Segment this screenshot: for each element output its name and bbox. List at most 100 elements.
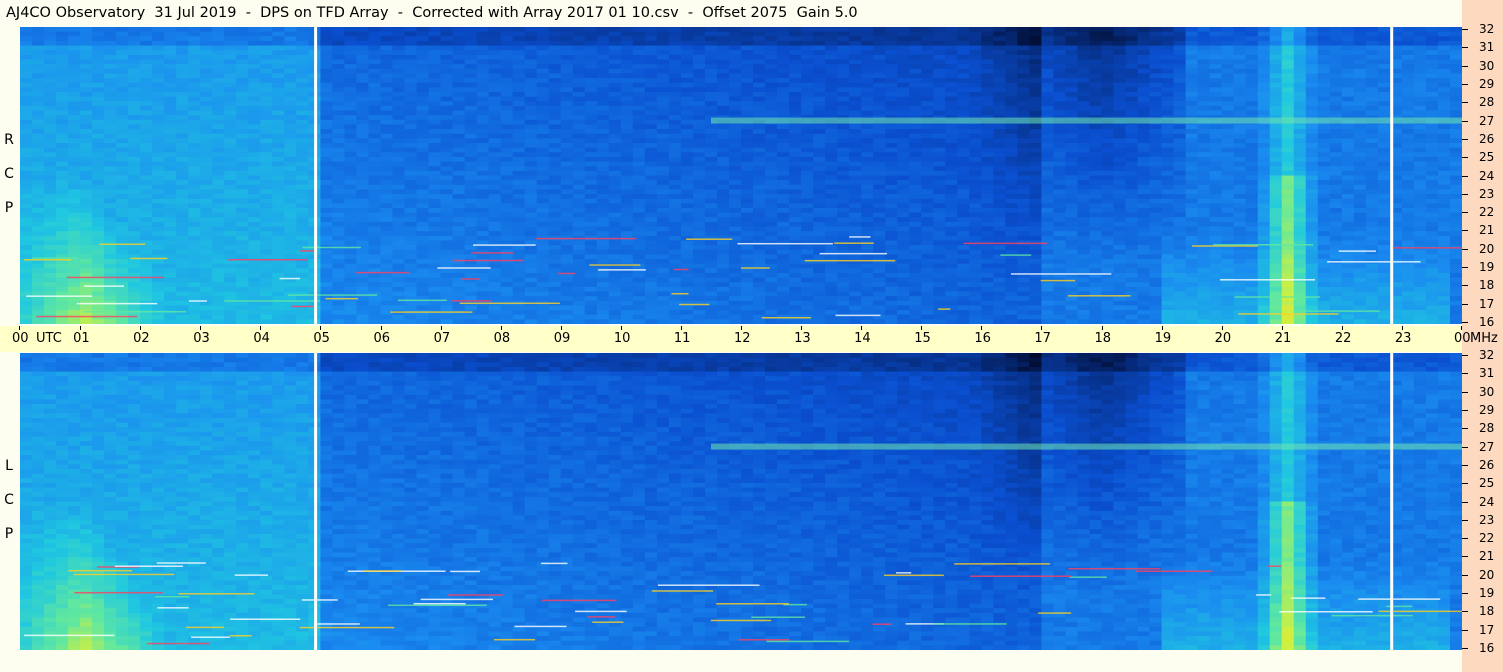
heatmap-cell — [584, 143, 598, 149]
heatmap-cell — [80, 105, 93, 112]
heatmap-cell — [741, 96, 754, 102]
heatmap-cell — [813, 175, 826, 181]
heatmap-cell — [777, 59, 790, 65]
heatmap-cell — [380, 91, 394, 98]
heatmap-cell — [897, 143, 910, 149]
heatmap-cell — [164, 319, 177, 324]
heatmap-cell — [116, 203, 129, 209]
heatmap-cell — [272, 263, 285, 269]
heatmap-cell — [224, 96, 237, 102]
heatmap-cell — [368, 138, 382, 144]
heatmap-cell — [572, 166, 586, 172]
heatmap-cell — [380, 156, 394, 163]
heatmap-cell — [320, 207, 334, 214]
heatmap-cell — [897, 212, 910, 218]
heatmap-cell — [248, 166, 261, 172]
heatmap-cell — [32, 194, 45, 200]
heatmap-cell — [236, 305, 249, 311]
heatmap-cell — [596, 138, 610, 144]
heatmap-cell — [32, 277, 45, 283]
heatmap-cell — [488, 207, 502, 214]
heatmap-cell — [116, 249, 129, 255]
heatmap-cell — [68, 282, 81, 288]
heatmap-cell — [68, 175, 81, 181]
heatmap-cell — [392, 82, 406, 88]
heatmap-cell — [320, 147, 334, 153]
heatmap-cell — [680, 36, 694, 42]
heatmap-cell — [632, 259, 646, 265]
heatmap-cell — [668, 152, 682, 158]
heatmap-cell — [140, 68, 153, 75]
heatmap-cell — [140, 82, 153, 88]
heatmap-cell — [656, 207, 670, 214]
heatmap-cell — [921, 91, 934, 98]
heatmap-cell — [933, 263, 946, 269]
heatmap-cell — [536, 249, 550, 255]
heatmap-cell — [320, 133, 334, 139]
heatmap-cell — [44, 45, 57, 51]
heatmap-cell — [656, 259, 670, 265]
heatmap-cell — [704, 133, 718, 139]
heatmap-cell — [464, 68, 478, 75]
heatmap-cell — [861, 291, 874, 297]
heatmap-cell — [80, 152, 93, 158]
heatmap-cell — [945, 194, 958, 200]
heatmap-cell — [92, 235, 105, 242]
heatmap-cell — [741, 305, 754, 311]
heatmap-cell — [452, 217, 466, 223]
heatmap-cell — [272, 64, 285, 70]
heatmap-cell — [320, 138, 334, 144]
heatmap-cell — [356, 231, 370, 237]
heatmap-cell — [620, 194, 634, 200]
heatmap-cell — [56, 166, 69, 172]
heatmap-cell — [188, 133, 201, 139]
heatmap-cell — [44, 101, 57, 107]
heatmap-cell — [596, 231, 610, 237]
heatmap-cell — [416, 64, 430, 70]
heatmap-cell — [332, 305, 346, 311]
heatmap-cell — [464, 91, 478, 98]
heatmap-cell — [440, 119, 454, 126]
heatmap-cell — [897, 50, 910, 56]
heatmap-cell — [873, 170, 886, 177]
heatmap-cell — [116, 305, 129, 311]
heatmap-cell — [837, 296, 850, 302]
heatmap-cell — [164, 277, 177, 283]
heatmap-cell — [704, 50, 718, 56]
heatmap-cell — [741, 129, 754, 135]
heatmap-cell — [825, 286, 838, 293]
heatmap-cell — [801, 263, 814, 269]
heatmap-cell — [885, 31, 898, 37]
heatmap-cell — [188, 147, 201, 153]
heatmap-cell — [128, 268, 141, 274]
heatmap-cell — [260, 240, 273, 246]
heatmap-cell — [849, 133, 862, 139]
heatmap-cell — [440, 161, 454, 167]
heatmap-cell — [885, 268, 898, 274]
heatmap-cell — [404, 231, 418, 237]
heatmap-cell — [488, 59, 502, 65]
heatmap-cell — [885, 96, 898, 102]
heatmap-cell — [644, 272, 658, 279]
panel-label-letter: P — [4, 200, 14, 216]
heatmap-cell — [176, 78, 189, 84]
heatmap-cell — [56, 231, 69, 237]
heatmap-cell — [92, 115, 105, 121]
heatmap-cell — [656, 105, 670, 112]
heatmap-cell — [789, 96, 802, 102]
heatmap-cell — [176, 143, 189, 149]
heatmap-cell — [404, 272, 418, 279]
heatmap-cell — [861, 245, 874, 251]
heatmap-cell — [897, 31, 910, 37]
heatmap-cell — [92, 194, 105, 200]
heatmap-cell — [296, 231, 309, 237]
heatmap-cell — [116, 129, 129, 135]
heatmap-cell — [44, 82, 57, 88]
heatmap-cell — [620, 282, 634, 288]
heatmap-cell — [176, 207, 189, 214]
heatmap-cell — [332, 226, 346, 232]
heatmap-cell — [861, 170, 874, 177]
heatmap-cell — [608, 156, 622, 163]
heatmap-cell — [344, 207, 358, 214]
heatmap-cell — [548, 240, 562, 246]
